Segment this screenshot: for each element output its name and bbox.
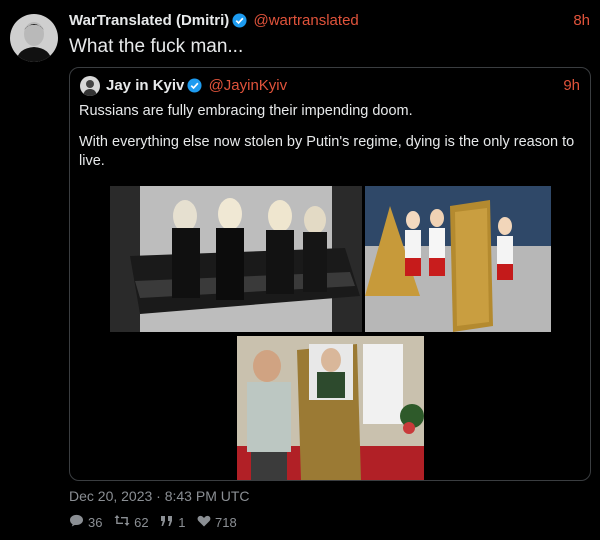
author-avatar[interactable] (10, 14, 58, 62)
quoted-author-name[interactable]: Jay in Kyiv (106, 77, 184, 94)
quoted-paragraph: Russians are fully embracing their impen… (79, 103, 413, 119)
like-stat[interactable]: 718 (197, 515, 237, 530)
quoted-text: Russians are fully embracing their impen… (79, 102, 579, 183)
quoted-tweet[interactable]: Jay in Kyiv @JayinKyiv 9h Russians are f… (69, 67, 591, 481)
reply-count: 36 (88, 514, 103, 530)
verified-badge-icon (187, 78, 202, 97)
quote-count: 1 (178, 515, 186, 530)
media-photo-coffin-expo[interactable] (365, 186, 551, 332)
retweet-icon (114, 514, 134, 530)
quoted-author-handle[interactable]: @JayinKyiv (209, 77, 288, 94)
quote-stat[interactable]: 1 (160, 515, 185, 530)
verified-badge-icon (232, 13, 247, 32)
tweet-header: WarTranslated (Dmitri) @wartranslated (69, 12, 359, 32)
quoted-paragraph: With everything else now stolen by Putin… (79, 134, 575, 169)
like-count: 718 (215, 515, 237, 530)
quoted-header: Jay in Kyiv @JayinKyiv (106, 77, 287, 97)
author-name[interactable]: WarTranslated (Dmitri) (69, 12, 229, 29)
author-handle[interactable]: @wartranslated (253, 12, 358, 29)
comment-icon (69, 514, 88, 530)
quote-icon (160, 515, 178, 530)
retweet-stat[interactable]: 62 (114, 514, 149, 530)
heart-icon (197, 515, 215, 530)
media-photo-man-in-coffin[interactable] (237, 336, 424, 480)
tweet-text: What the fuck man... (69, 36, 244, 57)
quoted-author-avatar[interactable] (80, 76, 100, 96)
media-photo-coffin-models-bw[interactable] (110, 186, 362, 332)
tweet-stats: 36 62 1 718 (69, 514, 245, 530)
tweet-date[interactable]: Dec 20, 2023 · 8:43 PM UTC (69, 488, 250, 504)
tweet: WarTranslated (Dmitri) @wartranslated 8h… (0, 0, 600, 540)
reply-stat[interactable]: 36 (69, 514, 102, 530)
tweet-time[interactable]: 8h (573, 12, 590, 29)
quoted-time[interactable]: 9h (563, 77, 580, 94)
retweet-count: 62 (134, 514, 149, 530)
